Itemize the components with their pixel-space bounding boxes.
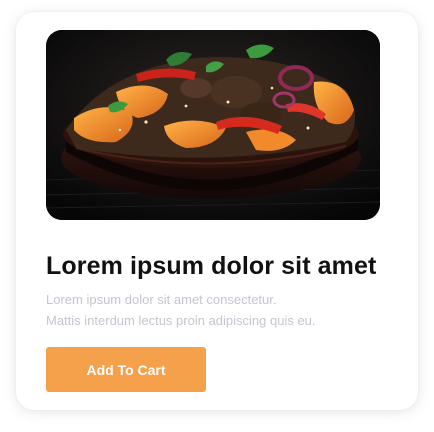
food-bowl-illustration	[46, 30, 380, 220]
product-title: Lorem ipsum dolor sit amet	[46, 252, 377, 280]
product-description: Lorem ipsum dolor sit amet consectetur. …	[46, 289, 386, 331]
page-background: Lorem ipsum dolor sit amet Lorem ipsum d…	[0, 0, 434, 432]
product-card: Lorem ipsum dolor sit amet Lorem ipsum d…	[16, 12, 418, 410]
description-line: Mattis interdum lectus proin adipiscing …	[46, 313, 316, 328]
add-to-cart-button[interactable]: Add To Cart	[46, 347, 206, 392]
description-line: Lorem ipsum dolor sit amet consectetur.	[46, 292, 277, 307]
product-image	[46, 30, 380, 220]
